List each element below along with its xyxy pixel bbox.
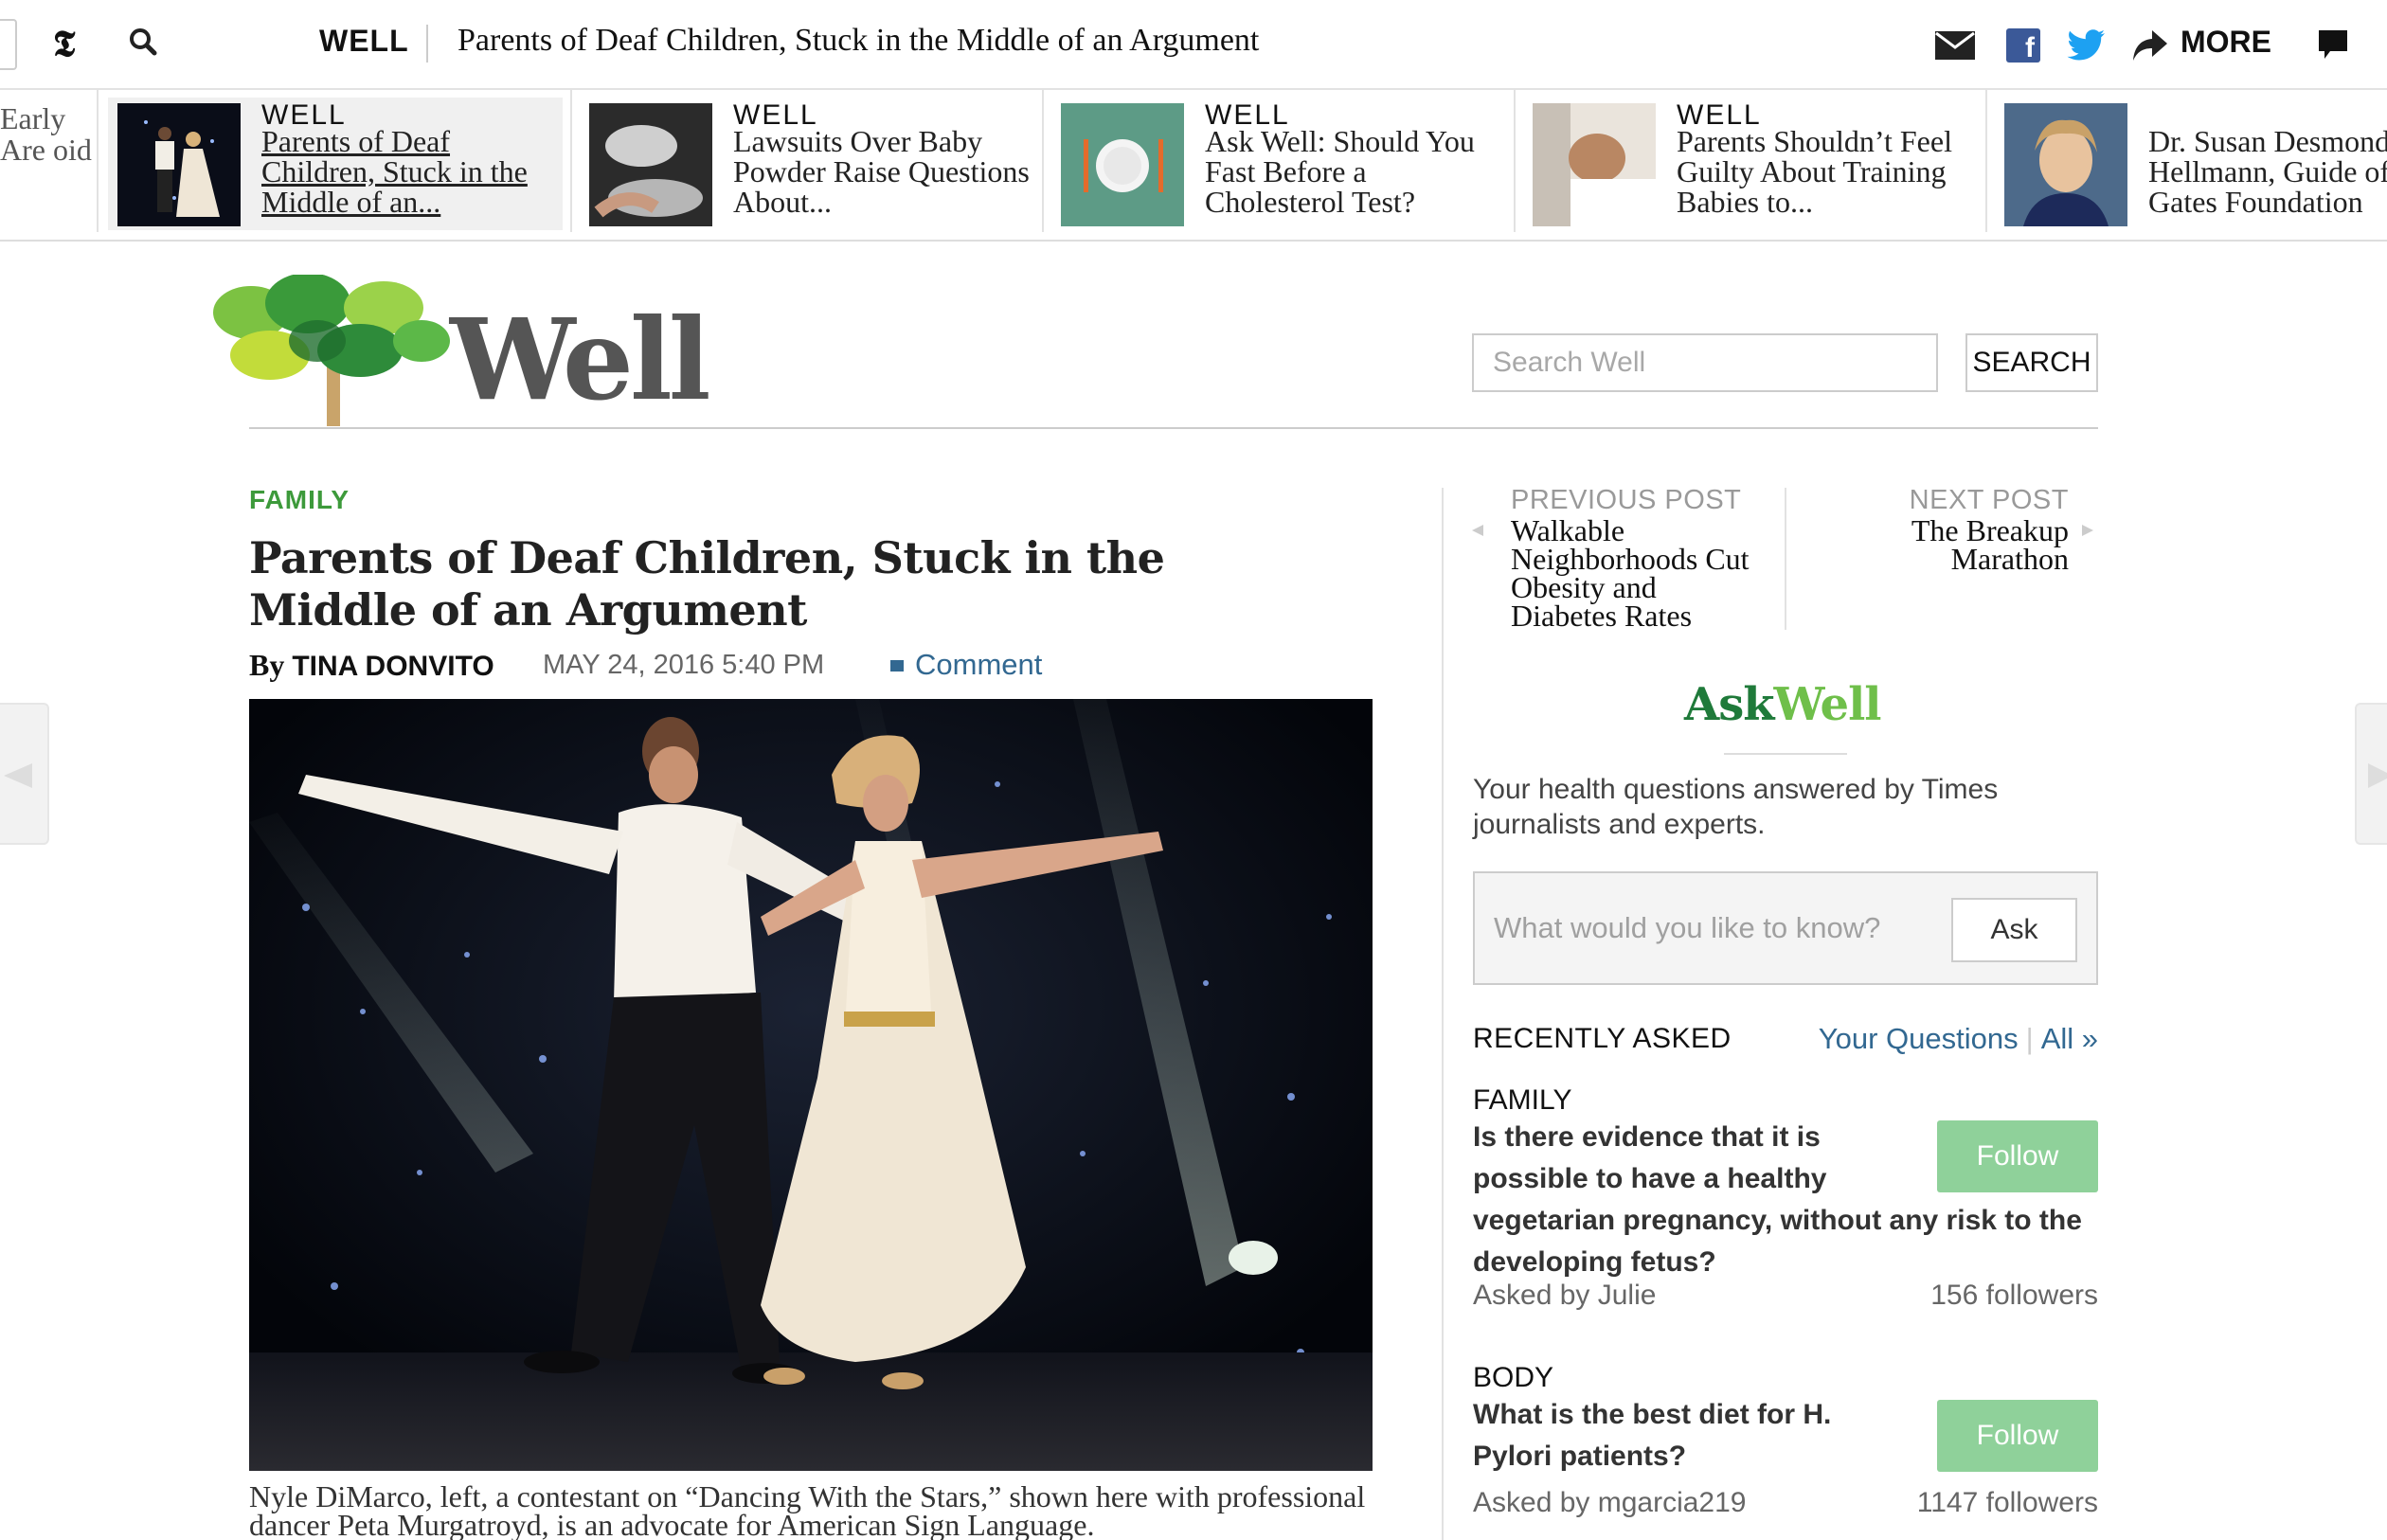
article-kicker[interactable]: FAMILY <box>249 485 350 515</box>
follow-button[interactable]: Follow <box>1937 1400 2098 1472</box>
askwell-logo-ask: Ask <box>1684 678 1775 731</box>
byline-by: By <box>249 648 285 682</box>
well-logo-word: Well <box>450 294 711 425</box>
comment-link[interactable]: Comment <box>890 648 1042 682</box>
comment-label: Comment <box>915 648 1043 681</box>
next-article-tab[interactable] <box>2355 703 2387 845</box>
search-button[interactable]: SEARCH <box>1965 333 2098 392</box>
question-category[interactable]: BODY <box>1473 1362 2098 1394</box>
tree-icon <box>213 275 450 426</box>
previous-arrow-icon[interactable] <box>1470 519 1485 542</box>
link-separator: | <box>2025 1022 2034 1055</box>
ribbon-item[interactable]: WELL Parents of Deaf Children, Stuck in … <box>100 90 572 232</box>
question-asked-by: Asked by Julie <box>1473 1280 1657 1311</box>
previous-post-title[interactable]: Walkable Neighborhoods Cut Obesity and D… <box>1511 515 1757 631</box>
nyt-logo-icon[interactable]: 𝕿 <box>53 25 91 63</box>
search-icon[interactable] <box>125 25 163 63</box>
byline-author[interactable]: TINA DONVITO <box>292 651 494 682</box>
question-item: BODY What is the best diet for H. Pylori… <box>1473 1362 2098 1532</box>
more-button[interactable]: MORE <box>2181 25 2271 60</box>
ribbon-headline[interactable]: Dr. Susan Desmond-Hellmann, Guide of the… <box>2148 126 2387 217</box>
ribbon-headline[interactable]: Ask Well: Should You Fast Before a Chole… <box>1205 126 1508 217</box>
share-arrow-icon[interactable] <box>2131 28 2169 63</box>
photo-caption: Nyle DiMarco, left, a contestant on “Dan… <box>249 1479 1366 1540</box>
thumbnail-empty-plate <box>1061 103 1184 226</box>
article-photo <box>249 699 1373 1471</box>
askwell-description: Your health questions answered by Times … <box>1473 774 1999 840</box>
column-divider <box>1442 488 1444 1540</box>
ribbon-headline[interactable]: Parents of Deaf Children, Stuck in the M… <box>261 126 565 217</box>
facebook-icon[interactable]: f <box>2006 28 2040 63</box>
question-text[interactable]: What is the best diet for H. Pylori pati… <box>1473 1394 1880 1477</box>
article-short-title: Parents of Deaf Children, Stuck in the M… <box>458 23 1260 58</box>
previous-post[interactable]: PREVIOUS POST Walkable Neighborhoods Cut… <box>1511 485 1757 631</box>
divider <box>426 25 428 63</box>
ribbon-item[interactable]: WELL Lawsuits Over Baby Powder Raise Que… <box>572 90 1044 232</box>
ribbon-item[interactable]: WELL Ask Well: Should You Fast Before a … <box>1044 90 1516 232</box>
search-input[interactable] <box>1472 333 1938 392</box>
ribbon-item[interactable]: Dr. Susan Desmond-Hellmann, Guide of the… <box>1987 90 2387 232</box>
next-arrow-icon[interactable] <box>2080 519 2095 542</box>
all-questions-link[interactable]: All » <box>2041 1022 2098 1055</box>
thumbnail-portrait <box>2004 103 2127 226</box>
next-post-title[interactable]: The Breakup Marathon <box>1860 515 2069 574</box>
byline: By TINA DONVITO <box>249 648 494 683</box>
follow-button[interactable]: Follow <box>1937 1120 2098 1192</box>
next-post[interactable]: NEXT POST The Breakup Marathon <box>1860 485 2069 574</box>
recently-asked-label: RECENTLY ASKED <box>1473 1023 1732 1054</box>
question-followers: 1147 followers <box>1916 1487 2098 1518</box>
twitter-icon[interactable] <box>2067 28 2107 63</box>
question-asked-by: Asked by mgarcia219 <box>1473 1487 1747 1518</box>
section-name[interactable]: WELL <box>319 24 409 59</box>
question-item: FAMILY Is there evidence that it is poss… <box>1473 1084 2098 1331</box>
ask-question-input[interactable] <box>1494 900 1920 957</box>
article-headline: Parents of Deaf Children, Stuck in the M… <box>249 532 1165 636</box>
ribbon-headline[interactable]: Parents Shouldn’t Feel Guilty About Trai… <box>1677 126 1980 217</box>
thumbnail-sleeping-baby <box>1533 103 1656 226</box>
recently-asked-links: Your Questions | All » <box>1819 1022 2098 1056</box>
post-nav-divider <box>1785 488 1786 630</box>
previous-post-label: PREVIOUS POST <box>1511 485 1742 515</box>
comment-icon[interactable] <box>2317 28 2349 63</box>
question-category[interactable]: FAMILY <box>1473 1084 2098 1117</box>
masthead-divider <box>249 427 2098 429</box>
ask-button[interactable]: Ask <box>1951 898 2077 962</box>
comment-bubble-icon <box>890 660 904 672</box>
next-post-label: NEXT POST <box>1909 485 2069 515</box>
sections-menu-edge[interactable] <box>0 19 17 70</box>
ribbon-item[interactable]: WELL Parents Shouldn’t Feel Guilty About… <box>1516 90 1987 232</box>
askwell-logo[interactable]: AskWell <box>1684 678 1882 731</box>
ribbon-partial-item[interactable]: Early Are oid <box>0 90 99 232</box>
previous-article-tab[interactable] <box>0 703 49 845</box>
thumbnail-dancers <box>117 103 241 226</box>
dateline: MAY 24, 2016 5:40 PM <box>543 650 825 680</box>
askwell-logo-well: Well <box>1773 678 1882 731</box>
story-ribbon: Early Are oid WELL Parents of Deaf Child… <box>0 90 2387 242</box>
ribbon-headline[interactable]: Lawsuits Over Baby Powder Raise Question… <box>733 126 1036 217</box>
askwell-divider <box>1724 753 1847 755</box>
mail-icon[interactable] <box>1934 30 1976 61</box>
question-followers: 156 followers <box>1930 1280 2098 1311</box>
ask-question-box: Ask <box>1473 871 2098 985</box>
top-bar: 𝕿 WELL Parents of Deaf Children, Stuck i… <box>0 0 2387 90</box>
well-logo[interactable]: Well <box>194 275 725 426</box>
thumbnail-baby-powder <box>589 103 712 226</box>
your-questions-link[interactable]: Your Questions <box>1819 1022 2019 1055</box>
